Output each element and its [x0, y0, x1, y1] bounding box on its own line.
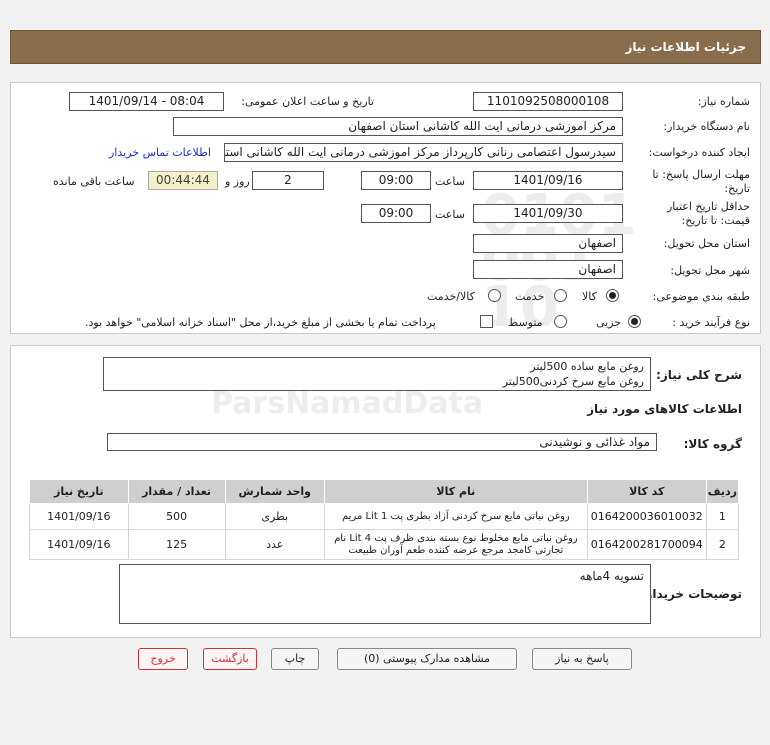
print-button[interactable]: چاپ	[271, 648, 319, 670]
exit-button[interactable]: خروج	[138, 648, 188, 670]
cell-unit: بطری	[224, 503, 325, 530]
days-label: روز و	[225, 175, 250, 188]
deadline-label-line2: تاریخ:	[724, 182, 750, 195]
goods-group-label: گروه کالا:	[683, 437, 742, 451]
cell-qty: 500	[127, 503, 226, 530]
summary-line-2: روغن مایع سرخ کردنی500لیتر	[502, 375, 644, 388]
category-option-service: خدمت	[515, 290, 545, 303]
buyer-label: نام دستگاه خریدار:	[663, 120, 750, 133]
process-label: نوع فرآیند خرید :	[672, 316, 750, 329]
remaining-label: ساعت باقی مانده	[53, 175, 135, 188]
validity-time-label: ساعت	[435, 208, 465, 221]
creator-label: ایجاد کننده درخواست:	[648, 146, 750, 159]
col-date: تاریخ نیاز	[29, 479, 129, 504]
table-row: 1 0164200036010032 روغن نباتی مایع سرخ ک…	[29, 503, 740, 530]
process-radio-minor[interactable]	[628, 315, 641, 328]
summary-label: شرح کلی نیاز:	[656, 368, 742, 382]
process-radio-medium[interactable]	[554, 315, 567, 328]
cell-row: 2	[705, 529, 740, 560]
cell-unit: عدد	[224, 529, 325, 560]
category-option-goods: کالا	[582, 290, 597, 303]
creator-field: سیدرسول اعتصامی رنانی کارپرداز مرکز اموز…	[224, 143, 623, 162]
buyer-contact-link[interactable]: اطلاعات تماس خریدار	[109, 146, 211, 159]
delivery-city-label: شهر محل تحویل:	[670, 264, 750, 277]
goods-panel: ParsNamadData شرح کلی نیاز: روغن مایع سا…	[10, 345, 761, 638]
process-option-minor: جزیی	[596, 316, 622, 329]
back-button[interactable]: بازگشت	[203, 648, 257, 670]
buyer-field: مرکز اموزشی درمانی ایت الله کاشانی استان…	[173, 117, 623, 136]
col-unit: واحد شمارش	[224, 479, 325, 504]
delivery-city-field: اصفهان	[473, 260, 623, 279]
validity-date-field: 1401/09/30	[473, 204, 623, 223]
validity-label-line2: قیمت: تا تاریخ:	[681, 214, 750, 227]
view-documents-button[interactable]: مشاهده مدارک پیوستی (0)	[337, 648, 517, 670]
cell-date: 1401/09/16	[29, 503, 129, 530]
validity-time-field: 09:00	[361, 204, 431, 223]
need-number-label: شماره نیاز:	[697, 95, 750, 108]
announce-field: 1401/09/14 - 08:04	[69, 92, 224, 111]
goods-group-field: مواد غذائی و نوشیدنی	[107, 433, 657, 451]
cell-row: 1	[705, 503, 740, 530]
table-row: 2 0164200281700094 روغن نباتی مایع مخلوط…	[29, 529, 740, 560]
need-number-field: 1101092508000108	[473, 92, 623, 111]
goods-table: ردیف کد کالا نام کالا واحد شمارش تعداد /…	[29, 479, 740, 560]
treasury-payment-checkbox[interactable]	[480, 315, 493, 328]
process-option-medium: متوسط	[508, 316, 543, 329]
buyer-notes-label: توضیحات خریدار:	[640, 587, 742, 601]
col-row: ردیف	[705, 479, 740, 504]
validity-label-line1: حداقل تاریخ اعتبار	[666, 200, 750, 213]
cell-date: 1401/09/16	[29, 529, 129, 560]
category-option-goods-service: کالا/خدمت	[427, 290, 475, 303]
treasury-payment-note: پرداخت تمام یا بخشی از مبلغ خرید،از محل …	[85, 316, 436, 329]
summary-line-1: روغن مایع ساده 500لیتر	[530, 360, 644, 373]
deadline-time-label: ساعت	[435, 175, 465, 188]
deadline-label: مهلت ارسال پاسخ: تا تاریخ:	[652, 168, 750, 196]
delivery-province-field: اصفهان	[473, 234, 623, 253]
summary-box: روغن مایع ساده 500لیتر روغن مایع سرخ کرد…	[103, 357, 651, 391]
deadline-label-line1: مهلت ارسال پاسخ: تا	[652, 168, 750, 181]
reply-button[interactable]: پاسخ به نیاز	[532, 648, 632, 670]
cell-code: 0164200036010032	[586, 503, 707, 530]
watermark-brand: ParsNamadData	[211, 386, 484, 421]
validity-label: حداقل تاریخ اعتبار قیمت: تا تاریخ:	[667, 200, 750, 228]
page-title-bar: جزئیات اطلاعات نیاز	[10, 30, 761, 64]
cell-name: روغن نباتی مایع مخلوط نوع بسته بندی ظرف …	[323, 529, 588, 560]
cell-name: روغن نباتی مایع سرخ کردنی آزاد بطری پت 1…	[323, 503, 588, 530]
col-qty: تعداد / مقدار	[127, 479, 226, 504]
goods-info-title: اطلاعات کالاهای مورد نیاز	[587, 402, 742, 416]
deadline-date-field: 1401/09/16	[473, 171, 623, 190]
col-name: نام کالا	[323, 479, 588, 504]
remaining-time-field: 00:44:44	[148, 171, 218, 190]
page-title: جزئیات اطلاعات نیاز	[625, 40, 746, 54]
category-label: طبقه بندی موضوعی:	[652, 290, 750, 303]
col-code: کد کالا	[586, 479, 707, 504]
need-info-panel: 010100110 شماره نیاز: 1101092508000108 ت…	[10, 82, 761, 336]
cell-code: 0164200281700094	[586, 529, 707, 560]
buyer-notes-box: تسویه 4ماهه	[119, 564, 651, 624]
announce-label: تاریخ و ساعت اعلان عمومی:	[241, 95, 374, 108]
goods-table-header: ردیف کد کالا نام کالا واحد شمارش تعداد /…	[29, 479, 740, 504]
category-radio-service[interactable]	[554, 289, 567, 302]
category-radio-goods[interactable]	[606, 289, 619, 302]
deadline-time-field: 09:00	[361, 171, 431, 190]
cell-qty: 125	[127, 529, 226, 560]
days-field: 2	[252, 171, 324, 190]
category-radio-goods-service[interactable]	[488, 289, 501, 302]
delivery-province-label: استان محل تحویل:	[663, 237, 750, 250]
